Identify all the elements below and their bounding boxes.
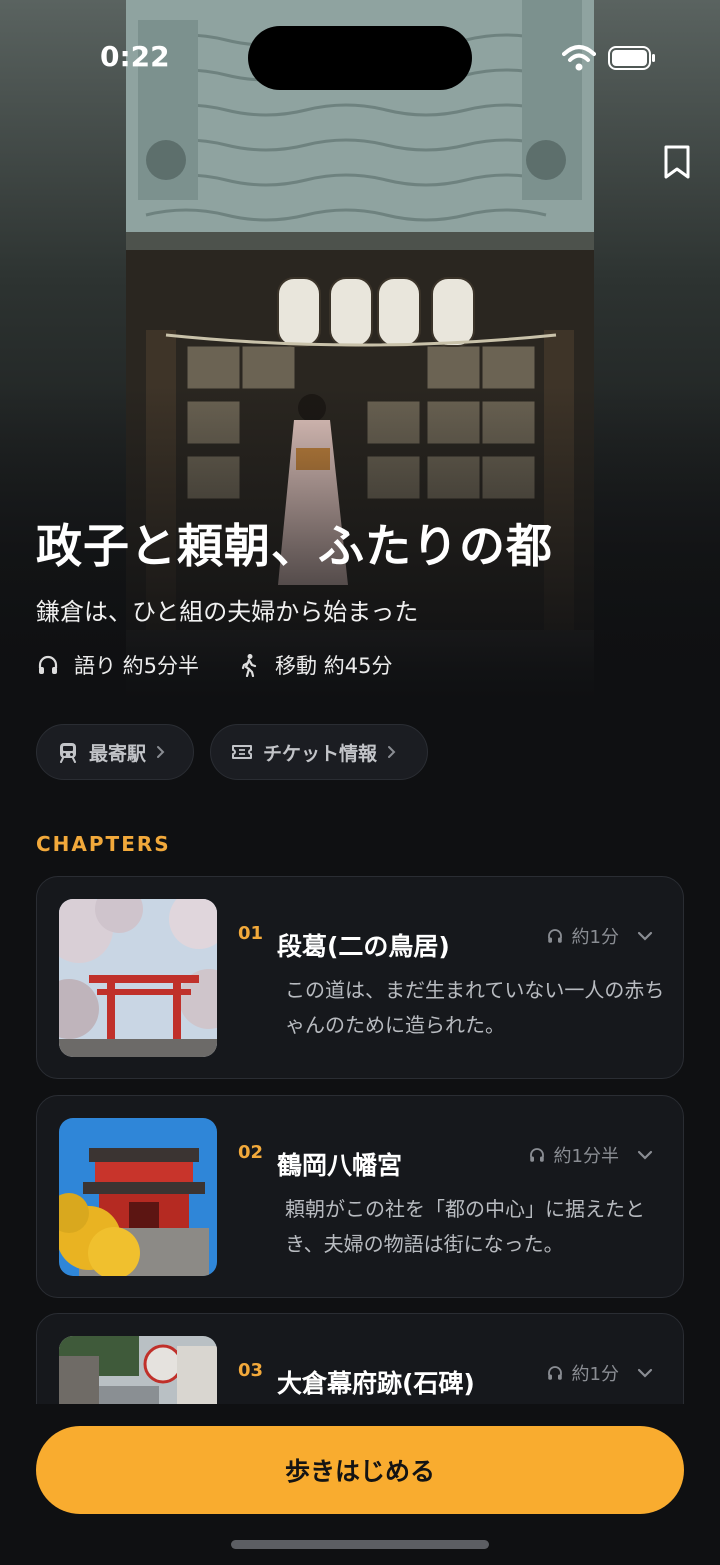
chapter-description: この道は、まだ生まれていない一人の赤ちゃんのために造られた。 [285, 978, 665, 1037]
headphones-icon [529, 1148, 544, 1162]
chevron-down-icon[interactable] [637, 930, 653, 942]
chapter-card[interactable]: 03 大倉幕府跡(石碑) 約1分 [36, 1313, 684, 1404]
chapter-list[interactable]: 01 段葛(二の鳥居) 約1分 この道は、まだ生まれていない一人の赤ちゃんのため… [0, 0, 720, 1404]
chapter-duration: 約1分 [546, 923, 653, 949]
chapter-title: 大倉幕府跡(石碑) [277, 1369, 475, 1398]
chapter-title: 段葛(二の鳥居) [277, 932, 450, 961]
chapter-title: 鶴岡八幡宮 [277, 1151, 403, 1180]
chapter-duration-text: 約1分 [571, 1364, 619, 1385]
chapter-thumbnail [59, 1336, 217, 1404]
headphones-icon [547, 1366, 562, 1380]
chapter-description: 頼朝がこの社を「都の中心」に据えたとき、夫婦の物語は街になった。 [285, 1197, 645, 1256]
chapter-card[interactable]: 01 段葛(二の鳥居) 約1分 この道は、まだ生まれていない一人の赤ちゃんのため… [36, 876, 684, 1079]
chevron-down-icon[interactable] [637, 1367, 653, 1379]
chapter-number: 01 [238, 923, 264, 944]
chapter-duration: 約1分 [546, 1360, 653, 1386]
chapter-number: 03 [238, 1360, 264, 1381]
start-walking-button[interactable]: 歩きはじめる [36, 1426, 684, 1514]
chapter-number: 02 [238, 1142, 264, 1163]
headphones-icon [547, 929, 562, 943]
chevron-down-icon[interactable] [637, 1149, 653, 1161]
chapter-duration-text: 約1分半 [553, 1146, 619, 1167]
chapter-duration-text: 約1分 [571, 927, 619, 948]
chapter-thumbnail [59, 899, 217, 1057]
chapter-card[interactable]: 02 鶴岡八幡宮 約1分半 頼朝がこの社を「都の中心」に据えたとき、夫婦の物語は… [36, 1095, 684, 1298]
chapter-duration: 約1分半 [528, 1142, 653, 1168]
home-indicator [231, 1540, 489, 1549]
chapter-thumbnail [59, 1118, 217, 1276]
